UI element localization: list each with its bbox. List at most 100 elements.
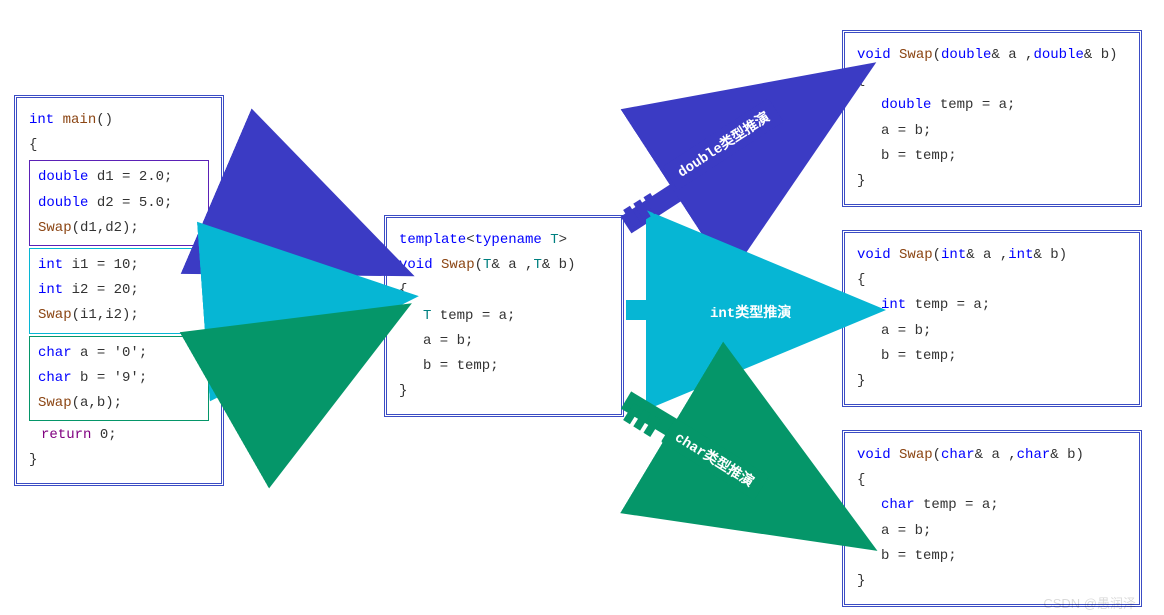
fn-name: main [54,112,96,128]
parens: () [96,112,113,128]
rest: & b) [1033,247,1067,263]
type-keyword: int [941,247,966,263]
type-param: T [533,257,541,273]
arrow-char-to-template [225,320,385,430]
rest: (i1,i2); [72,307,139,323]
rest: & a , [966,247,1008,263]
type-keyword: int [881,297,906,313]
brace-open: { [857,268,1127,293]
type-keyword: char [941,447,975,463]
brace-close: } [857,169,1127,194]
rest: i2 = 20; [63,282,139,298]
fn-name: Swap [891,447,933,463]
code-line: Swap(d1,d2); [38,216,200,241]
code-line: b = temp; [881,344,1127,369]
type-keyword: double [38,169,88,185]
fn-name: Swap [38,307,72,323]
type-keyword: double [881,97,931,113]
paren: ( [933,447,941,463]
code-line: Swap(a,b); [38,391,200,416]
rest: temp = a; [915,497,999,513]
rest: temp = a; [931,97,1015,113]
char-usage-block: char a = '0'; char b = '9'; Swap(a,b); [29,336,209,422]
char-instantiation-box: void Swap(char& a ,char& b) { char temp … [842,430,1142,607]
type-keyword: char [38,370,72,386]
fn-signature: void Swap(T& a ,T& b) [399,253,609,278]
main-function-box: int main() { double d1 = 2.0; double d2 … [14,95,224,486]
rest: b = '9'; [72,370,148,386]
template-function-box: template<typename T> void Swap(T& a ,T& … [384,215,624,417]
code-line: T temp = a; [423,304,609,329]
brace-open: { [29,133,209,158]
rest: (d1,d2); [72,220,139,236]
paren: ( [475,257,483,273]
stripe-icon [630,300,662,320]
paren: ( [933,47,941,63]
type-keyword: char [881,497,915,513]
type-keyword: char [1017,447,1051,463]
lt: < [466,232,474,248]
rest: 0; [91,427,116,443]
brace-close: } [399,379,609,404]
brace-open: { [857,68,1127,93]
brace-open: { [857,468,1127,493]
fn-name: Swap [38,395,72,411]
paren: ( [933,247,941,263]
typename-keyword: typename [475,232,542,248]
void-keyword: void [857,47,891,63]
code-line: double d1 = 2.0; [38,165,200,190]
rest: & b) [1084,47,1118,63]
rest: & a , [991,47,1033,63]
code-line: int i2 = 20; [38,278,200,303]
brace-close: } [857,569,1127,594]
code-line: char a = '0'; [38,341,200,366]
code-line: b = temp; [881,144,1127,169]
rest: & b) [542,257,576,273]
type-keyword: double [1033,47,1083,63]
watermark-text: CSDN @愚润泽 [1043,593,1136,612]
code-line: char b = '9'; [38,366,200,391]
fn-signature: void Swap(char& a ,char& b) [857,443,1127,468]
return-keyword: return [41,427,91,443]
type-keyword: double [941,47,991,63]
int-instantiation-box: void Swap(int& a ,int& b) { int temp = a… [842,230,1142,407]
code-line: double temp = a; [881,93,1127,118]
rest: d2 = 5.0; [88,195,172,211]
code-line: a = b; [881,319,1127,344]
brace-open: { [399,278,609,303]
type-keyword: char [38,345,72,361]
code-line: a = b; [881,119,1127,144]
rest: (a,b); [72,395,122,411]
int-deduction-label: int类型推演 [700,298,801,326]
rest: & a , [975,447,1017,463]
void-keyword: void [399,257,433,273]
rest: a = '0'; [72,345,148,361]
template-keyword: template [399,232,466,248]
fn-name: Swap [891,247,933,263]
double-usage-block: double d1 = 2.0; double d2 = 5.0; Swap(d… [29,160,209,246]
code-line: int temp = a; [881,293,1127,318]
gt: > [559,232,567,248]
code-line: int i1 = 10; [38,253,200,278]
type-keyword: double [38,195,88,211]
code-line: Swap(i1,i2); [38,303,200,328]
double-instantiation-box: void Swap(double& a ,double& b) { double… [842,30,1142,207]
fn-name: Swap [38,220,72,236]
type-param: T [542,232,559,248]
fn-name: Swap [433,257,475,273]
code-line: double d2 = 5.0; [38,191,200,216]
code-line: b = temp; [423,354,609,379]
rest: & b) [1050,447,1084,463]
code-line: b = temp; [881,544,1127,569]
rest: d1 = 2.0; [88,169,172,185]
fn-signature: void Swap(double& a ,double& b) [857,43,1127,68]
main-signature: int main() [29,108,209,133]
code-line: char temp = a; [881,493,1127,518]
brace-close: } [29,448,209,473]
rest: temp = a; [906,297,990,313]
int-usage-block: int i1 = 10; int i2 = 20; Swap(i1,i2); [29,248,209,334]
return-line: return 0; [41,423,209,448]
code-line: a = b; [881,519,1127,544]
fn-name: Swap [891,47,933,63]
void-keyword: void [857,447,891,463]
